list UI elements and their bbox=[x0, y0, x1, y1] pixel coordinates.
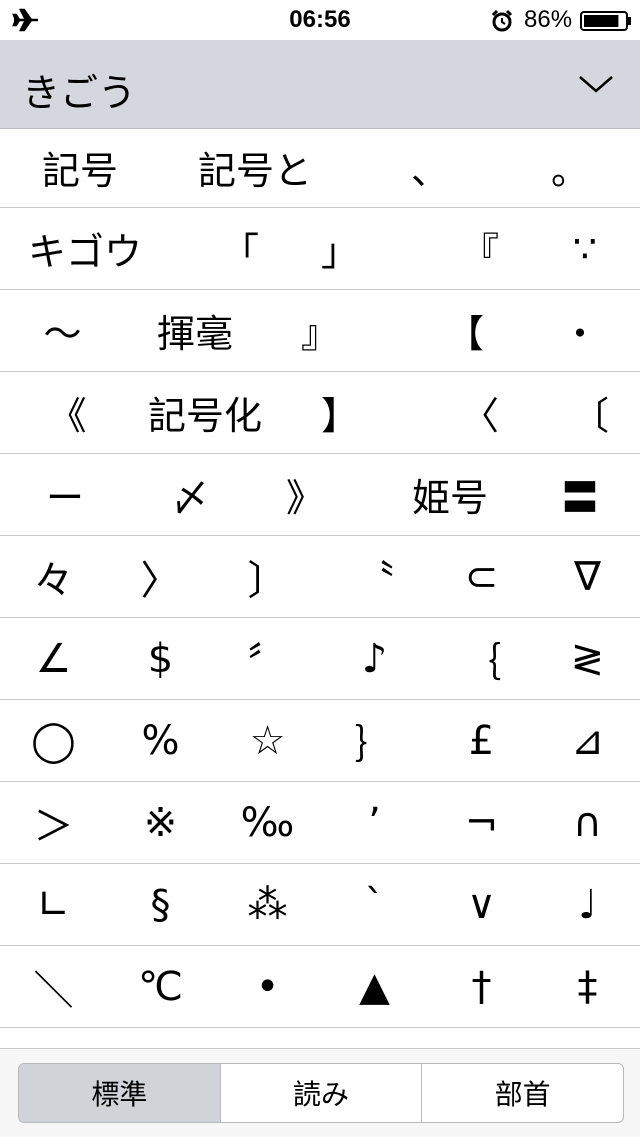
candidate-item[interactable]: ℃ bbox=[107, 946, 214, 1027]
candidate-item[interactable]: ※ bbox=[107, 782, 214, 863]
candidate-item[interactable]: 揮毫 bbox=[130, 290, 260, 371]
candidate-item[interactable]: 』 bbox=[280, 290, 360, 371]
candidate-item[interactable]: 」 bbox=[300, 208, 380, 289]
candidate-item[interactable]: 、 bbox=[350, 128, 510, 207]
candidate-item[interactable]: 記号化 bbox=[130, 372, 280, 453]
candidate-item[interactable]: ∨ bbox=[428, 864, 535, 945]
segment-standard[interactable]: 標準 bbox=[19, 1064, 221, 1122]
candidate-row: ＞ ※ ‰ ’ ¬ ∩ bbox=[0, 782, 640, 864]
candidate-item[interactable]: ⊿ bbox=[535, 700, 640, 781]
candidate-item[interactable]: 《 bbox=[20, 372, 115, 453]
candidate-item[interactable]: ｝ bbox=[321, 700, 428, 781]
candidate-item[interactable]: 。 bbox=[510, 128, 630, 207]
candidate-item[interactable]: $ bbox=[107, 618, 214, 699]
candidate-item[interactable]: ∩ bbox=[535, 782, 640, 863]
candidate-item[interactable]: キゴウ bbox=[0, 208, 170, 289]
candidate-row: ＼ ℃ • ▲ † ‡ bbox=[0, 946, 640, 1028]
candidate-row: 〜 揮毫 』 【 ・ bbox=[0, 290, 640, 372]
candidate-item[interactable]: † bbox=[428, 946, 535, 1027]
candidate-item[interactable]: 〔 bbox=[550, 372, 630, 453]
candidate-item[interactable]: ＼ bbox=[0, 946, 107, 1027]
candidate-row: ∠ $ 〞 ♪ ｛ ≷ bbox=[0, 618, 640, 700]
candidate-item[interactable]: ∟ bbox=[0, 864, 107, 945]
candidate-row: 々 〉 〕 〝 ⊂ ∇ bbox=[0, 536, 640, 618]
chevron-down-icon[interactable] bbox=[578, 74, 614, 94]
spacer bbox=[0, 1028, 640, 1048]
candidate-item[interactable]: 『 bbox=[440, 208, 520, 289]
candidate-item[interactable]: ー bbox=[20, 454, 110, 535]
candidate-item[interactable]: ♩ bbox=[535, 864, 640, 945]
candidate-item[interactable]: ⁂ bbox=[214, 864, 321, 945]
sort-mode-bar: 標準 読み 部首 bbox=[0, 1048, 640, 1137]
candidate-item[interactable]: ¬ bbox=[428, 782, 535, 863]
segment-radical[interactable]: 部首 bbox=[422, 1064, 623, 1122]
candidate-item[interactable]: § bbox=[107, 864, 214, 945]
candidate-item[interactable]: 〜 bbox=[0, 290, 125, 371]
candidate-item[interactable]: ◯ bbox=[0, 700, 107, 781]
candidate-item[interactable]: 〞 bbox=[214, 618, 321, 699]
status-bar: 06:56 86% bbox=[0, 0, 640, 40]
candidate-item[interactable]: 〉 bbox=[107, 536, 214, 617]
candidate-grid: 記号 記号と 、 。 キゴウ 「 」 『 ∵ 〜 揮毫 』 【 ・ 《 記号化 … bbox=[0, 128, 640, 1028]
alarm-icon bbox=[491, 9, 513, 32]
candidate-item[interactable]: 【 bbox=[425, 290, 505, 371]
reading-text: きごう bbox=[22, 71, 137, 115]
candidate-item[interactable]: ∵ bbox=[540, 208, 630, 289]
candidate-item[interactable]: 記号 bbox=[0, 128, 160, 207]
candidate-item[interactable]: ∇ bbox=[535, 536, 640, 617]
candidate-item[interactable]: ☆ bbox=[214, 700, 321, 781]
candidate-item[interactable]: 】 bbox=[300, 372, 380, 453]
candidate-item[interactable]: 〝 bbox=[321, 536, 428, 617]
candidate-item[interactable]: 〈 bbox=[440, 372, 520, 453]
candidate-item[interactable]: 〆 bbox=[150, 454, 230, 535]
candidate-item[interactable]: ∠ bbox=[0, 618, 107, 699]
candidate-item[interactable]: 姫号 bbox=[380, 454, 520, 535]
candidate-item[interactable]: ` bbox=[321, 864, 428, 945]
candidate-item[interactable]: 々 bbox=[0, 536, 107, 617]
battery-percentage: 86% bbox=[524, 6, 573, 33]
candidate-item[interactable]: ‰ bbox=[214, 782, 321, 863]
segment-reading[interactable]: 読み bbox=[221, 1064, 423, 1122]
candidate-item[interactable]: ’ bbox=[321, 782, 428, 863]
candidate-item[interactable]: 記号と bbox=[160, 128, 350, 207]
candidate-row: キゴウ 「 」 『 ∵ bbox=[0, 208, 640, 290]
candidate-item[interactable]: ▲ bbox=[321, 946, 428, 1027]
battery-icon bbox=[580, 11, 631, 31]
candidate-row: ◯ % ☆ ｝ £ ⊿ bbox=[0, 700, 640, 782]
candidate-row: ∟ § ⁂ ` ∨ ♩ bbox=[0, 864, 640, 946]
candidate-item[interactable]: 》 bbox=[265, 454, 345, 535]
candidate-row: ー 〆 》 姫号 〓 bbox=[0, 454, 640, 536]
candidate-item[interactable]: ‡ bbox=[535, 946, 640, 1027]
candidate-item[interactable]: £ bbox=[428, 700, 535, 781]
candidate-item[interactable]: • bbox=[214, 946, 321, 1027]
candidate-item[interactable]: ＞ bbox=[0, 782, 107, 863]
candidate-item[interactable]: 〕 bbox=[214, 536, 321, 617]
candidate-item[interactable]: 「 bbox=[200, 208, 280, 289]
candidate-row: 記号 記号と 、 。 bbox=[0, 128, 640, 208]
conversion-header: きごう bbox=[0, 40, 640, 129]
candidate-item[interactable]: ｛ bbox=[428, 618, 535, 699]
candidate-item[interactable]: ♪ bbox=[321, 618, 428, 699]
candidate-item[interactable]: ≷ bbox=[535, 618, 640, 699]
candidate-item[interactable]: ⊂ bbox=[428, 536, 535, 617]
candidate-item[interactable]: ・ bbox=[540, 290, 620, 371]
sort-mode-segmented-control: 標準 読み 部首 bbox=[18, 1063, 624, 1123]
candidate-item[interactable]: % bbox=[107, 700, 214, 781]
candidate-row: 《 記号化 】 〈 〔 bbox=[0, 372, 640, 454]
candidate-item[interactable]: 〓 bbox=[535, 454, 625, 535]
